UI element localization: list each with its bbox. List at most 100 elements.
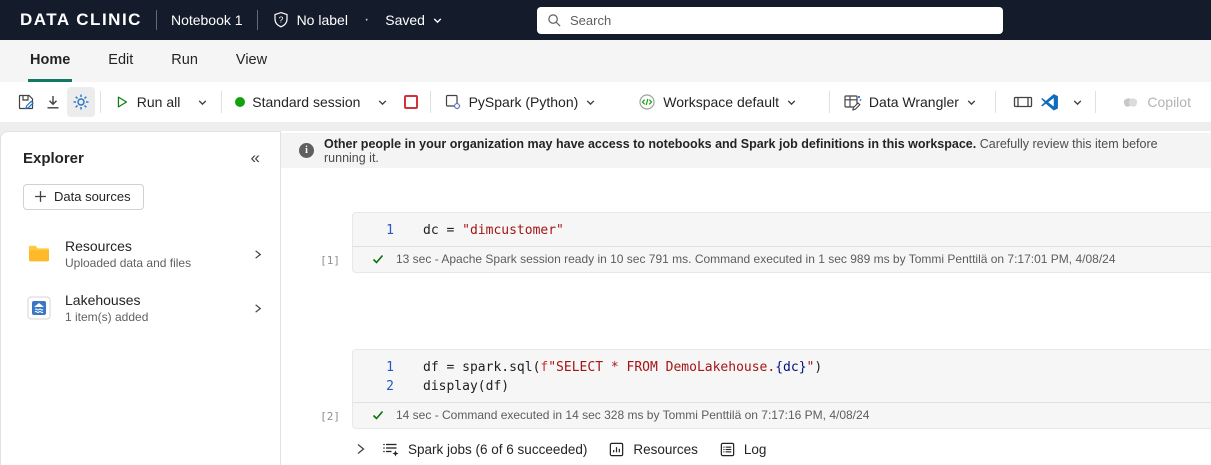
tab-view[interactable]: View [234,40,269,82]
copilot-icon [1121,93,1140,112]
chevron-down-icon [432,15,443,26]
gear-icon [72,93,90,111]
add-data-sources-button[interactable]: Data sources [23,184,144,210]
divider [99,91,101,113]
global-search[interactable] [537,7,1003,34]
chevron-down-icon [786,97,797,108]
tab-run[interactable]: Run [169,40,200,82]
settings-button[interactable] [67,87,95,117]
divider [221,91,223,113]
export-button[interactable] [40,87,68,117]
lakehouse-icon [27,296,51,320]
cell-gutter: [2] [281,349,352,429]
tab-edit[interactable]: Edit [106,40,135,82]
line-number: 2 [386,379,394,394]
expand-chevron-icon[interactable] [353,442,367,456]
session-status-dropdown[interactable]: Standard session [227,94,396,110]
explorer-item-resources[interactable]: Resources Uploaded data and files [1,236,280,272]
variable-panel-button[interactable] [1009,87,1037,117]
tab-home[interactable]: Home [28,40,73,82]
cell-status-bar: 14 sec - Command executed in 14 sec 328 … [353,402,1211,428]
execution-count: [2] [320,410,340,423]
line-number: 1 [386,360,394,375]
session-label: Standard session [252,94,361,110]
notebook-toolbar: Run all Standard session PySpark (Python… [0,82,1211,122]
notebook-gear-icon [444,93,462,111]
divider [829,91,830,113]
log-list-icon [719,441,736,458]
chevron-down-icon [197,97,208,108]
vscode-dropdown[interactable] [1036,93,1087,112]
run-all-button[interactable]: Run all [106,94,217,110]
code-editor[interactable]: 1 dc = "dimcustomer" [353,213,1211,246]
environment-code-icon [638,93,656,111]
code-editor[interactable]: 1 df = spark.sql(f"SELECT * FROM DemoLak… [353,350,1211,402]
item-title: Lakehouses [65,292,141,308]
top-app-bar: DATA CLINIC Notebook 1 ? No label · Save… [0,0,1211,40]
shield-question-icon: ? [272,11,290,29]
spark-jobs-icon [382,440,400,458]
app-logo: DATA CLINIC [20,10,142,29]
chevron-down-icon [585,97,596,108]
code-cell-1: [1] 1 dc = "dimcustomer" 13 sec - Apache… [281,212,1211,273]
success-check-icon [371,252,385,266]
notebook-canvas: i Other people in your organization may … [281,131,1211,465]
chevron-down-icon [1072,97,1083,108]
info-icon: i [299,143,314,158]
cell-status-text: 13 sec - Apache Spark session ready in 1… [396,252,1116,266]
ribbon-tabs: Home Edit Run View [0,40,1211,82]
copilot-button[interactable]: Copilot [1113,93,1199,112]
data-wrangler-dropdown[interactable]: Data Wrangler [835,93,985,112]
log-tab[interactable]: Log [713,441,773,458]
item-subtitle: 1 item(s) added [65,310,149,324]
resources-tab[interactable]: Resources [602,441,704,458]
notebook-title[interactable]: Notebook 1 [171,12,243,28]
cell-output-tabs: Spark jobs (6 of 6 succeeded) Resources … [281,435,1211,463]
run-all-label: Run all [136,94,181,110]
explorer-item-lakehouses[interactable]: Lakehouses 1 item(s) added [1,290,280,326]
cell-gutter: [1] [281,212,352,273]
session-active-dot-icon [235,97,246,107]
save-status-text: Saved [385,12,425,28]
separator-dot: · [363,11,370,28]
resources-label: Resources [633,441,698,457]
success-check-icon [371,408,385,422]
environment-dropdown[interactable]: Workspace default [630,93,805,111]
folder-icon [27,244,51,264]
cell-status-text: 14 sec - Command executed in 14 sec 328 … [396,408,870,422]
data-wrangler-icon [843,93,862,112]
divider [429,91,431,113]
explorer-panel: Explorer « Data sources Resources Upload… [0,131,281,465]
chevron-down-icon [377,97,388,108]
chevron-right-icon[interactable] [251,248,264,261]
banner-text: Other people in your organization may ha… [324,137,1193,165]
divider [994,91,996,113]
copilot-label: Copilot [1147,94,1191,110]
play-icon [114,94,130,110]
language-label: PySpark (Python) [468,94,579,110]
download-icon [44,93,62,111]
data-wrangler-label: Data Wrangler [868,94,959,110]
sensitivity-label-button[interactable]: ? No label [272,11,348,29]
chevron-right-icon[interactable] [251,302,264,315]
explorer-title: Explorer [23,149,84,167]
stop-session-button[interactable] [404,95,418,109]
environment-label: Workspace default [663,94,779,110]
banner-bold-text: Other people in your organization may ha… [324,136,977,151]
chevron-down-icon [966,97,977,108]
search-input[interactable] [570,13,993,28]
language-dropdown[interactable]: PySpark (Python) [436,93,605,111]
svg-text:?: ? [278,14,283,24]
save-status-dropdown[interactable]: Saved [385,12,443,28]
content-area: Explorer « Data sources Resources Upload… [0,122,1211,465]
save-button[interactable] [12,87,40,117]
workspace-access-banner: i Other people in your organization may … [281,133,1211,168]
divider [1095,91,1097,113]
item-title: Resources [65,238,132,254]
code-cell-2: [2] 1 df = spark.sql(f"SELECT * FROM Dem… [281,349,1211,429]
spark-jobs-label: Spark jobs (6 of 6 succeeded) [408,441,588,457]
line-number: 1 [386,223,394,238]
item-subtitle: Uploaded data and files [65,256,192,270]
spark-jobs-tab[interactable]: Spark jobs (6 of 6 succeeded) [376,440,593,458]
collapse-panel-icon[interactable]: « [247,148,264,168]
